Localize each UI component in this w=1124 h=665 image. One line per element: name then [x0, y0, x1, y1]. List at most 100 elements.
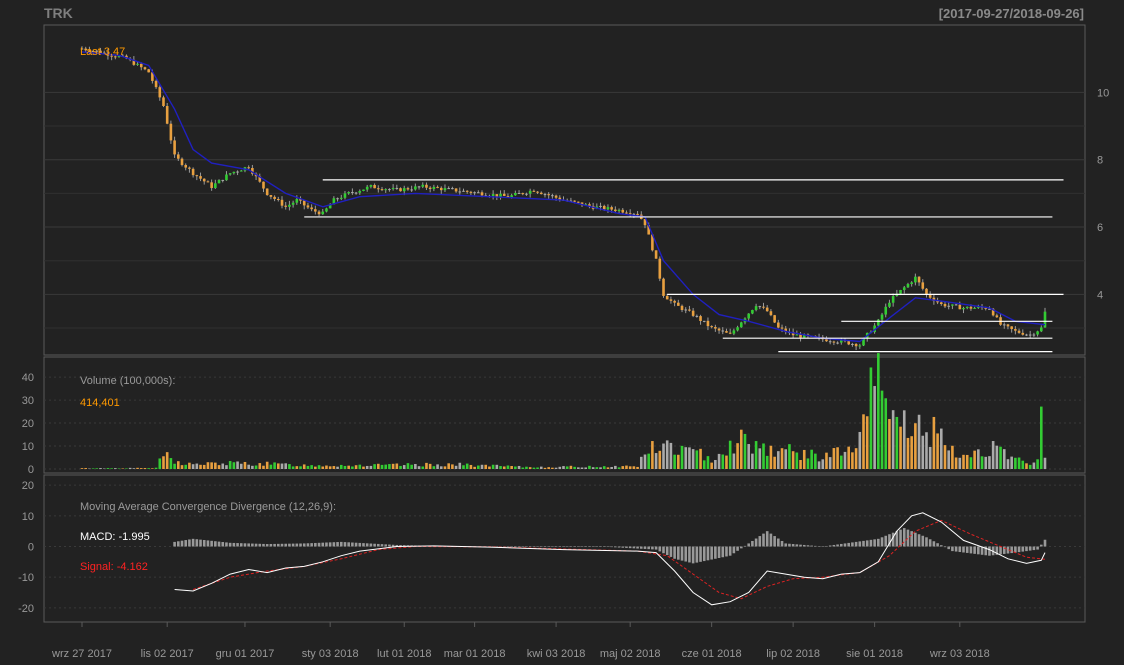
volume-bar	[788, 444, 791, 469]
candle-body	[1017, 330, 1021, 333]
candle-body	[377, 188, 380, 190]
candle-body	[428, 187, 432, 189]
candle-body	[477, 192, 480, 194]
candle-body	[765, 307, 769, 312]
candle-body	[1032, 334, 1036, 336]
candle-body	[943, 303, 947, 307]
volume-bar	[291, 466, 295, 469]
candle-body	[1039, 327, 1043, 332]
macd-histogram-bar	[973, 546, 976, 554]
candle-body	[184, 164, 188, 168]
macd-histogram-bar	[351, 542, 354, 547]
candle-body	[399, 188, 402, 192]
volume-bar	[439, 466, 443, 469]
volume-bar	[936, 433, 939, 469]
candle-body	[888, 302, 891, 307]
volume-bar	[943, 445, 947, 469]
macd-histogram-bar	[747, 543, 750, 547]
candle-body	[521, 193, 525, 195]
candle-body	[710, 326, 713, 328]
macd-histogram-bar	[828, 545, 832, 547]
candle-body	[554, 195, 558, 198]
macd-histogram-bar	[799, 544, 802, 547]
macd-histogram-bar	[521, 546, 525, 547]
volume-bar	[262, 465, 265, 469]
volume-bar	[643, 454, 647, 469]
macd-histogram-bar	[258, 543, 262, 547]
candle-body	[136, 63, 139, 65]
macd-histogram-bar	[880, 537, 884, 547]
volume-bar	[410, 464, 413, 469]
macd-histogram-bar	[695, 546, 699, 563]
volume-bar	[191, 464, 195, 469]
volume-bar	[925, 432, 928, 469]
macd-histogram-bar	[780, 540, 784, 547]
candle-body	[832, 341, 836, 343]
macd-histogram-bar	[647, 546, 650, 550]
volume-bar	[465, 463, 469, 469]
candle-body	[899, 289, 902, 294]
candle-body	[447, 188, 450, 190]
macd-histogram-bar	[1043, 539, 1047, 547]
volume-bar	[910, 436, 913, 469]
volume-bar	[973, 450, 976, 469]
candle-body	[302, 200, 306, 206]
macd-histogram-bar	[680, 546, 684, 561]
macd-histogram-bar	[962, 546, 965, 553]
panel-frames	[43, 24, 1086, 623]
volume-bar	[177, 461, 180, 469]
candle-body	[995, 315, 999, 318]
volume-bar	[784, 449, 788, 469]
macd-histogram-bar	[743, 545, 747, 547]
candle-body	[706, 320, 710, 327]
macd-histogram-bar	[191, 538, 195, 547]
volume-bar	[491, 464, 495, 469]
volume-bar	[1021, 460, 1025, 469]
macd-histogram-bar	[217, 541, 221, 547]
candle-body	[417, 186, 421, 188]
volume-bar	[662, 443, 665, 469]
macd-histogram-bar	[795, 544, 799, 547]
x-axis-label: kwi 03 2018	[527, 648, 586, 660]
volume-bar	[965, 454, 969, 469]
volume-bar	[165, 452, 169, 469]
candle-body	[573, 200, 576, 202]
candle-body	[195, 175, 199, 177]
volume-bar	[569, 465, 573, 469]
macd-histogram-bar	[236, 543, 239, 547]
candle-body	[702, 320, 706, 322]
candle-body	[188, 167, 191, 169]
volume-bar	[743, 433, 747, 469]
grid-lines	[44, 91, 1085, 609]
candle-body	[773, 315, 776, 323]
volume-bar	[506, 465, 510, 469]
macd-histogram-bar	[810, 545, 813, 547]
macd-histogram-bar	[280, 543, 284, 547]
volume-bar	[158, 458, 162, 469]
signal-line	[192, 519, 1046, 600]
volume-bar	[836, 447, 839, 469]
x-axis-label: lip 02 2018	[766, 648, 820, 660]
macd-tick-label: 0	[28, 542, 34, 554]
macd-histogram-bar	[591, 546, 595, 547]
volume-bar	[151, 468, 154, 469]
macd-histogram-bar	[273, 543, 276, 547]
volume-bar	[851, 452, 854, 469]
macd-histogram-bar	[577, 546, 580, 547]
candle-body	[665, 295, 669, 300]
macd-histogram-bar	[239, 543, 243, 547]
candle-body	[1025, 334, 1028, 336]
macd-histogram-bar	[643, 546, 647, 549]
macd-histogram-bar	[791, 544, 795, 547]
candle-body	[217, 179, 221, 184]
candle-body	[654, 250, 658, 259]
macd-histogram-bar	[832, 544, 836, 547]
macd-histogram-bar	[358, 542, 362, 547]
macd-histogram-bar	[817, 546, 821, 547]
macd-histogram-bar	[1039, 544, 1043, 547]
volume-bar	[1014, 457, 1017, 469]
candle-body	[739, 322, 743, 328]
volume-bar	[806, 458, 810, 469]
candle-body	[199, 176, 202, 179]
x-axis-label: gru 01 2017	[216, 648, 275, 660]
